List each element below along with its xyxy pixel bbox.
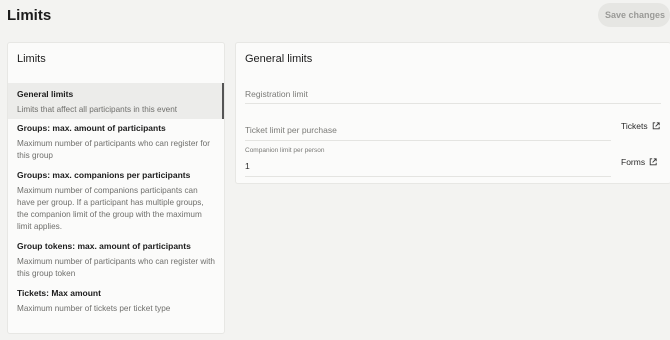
external-link-icon [649,158,657,166]
sidebar-item-title: Tickets: Max amount [17,288,101,298]
sidebar-item-title: Group tokens: max. amount of participant… [17,241,191,251]
ticket-limit-input[interactable]: Ticket limit per purchase [245,125,611,139]
save-changes-button[interactable]: Save changes [598,3,670,27]
sidebar-item-desc: Maximum number of companions participant… [17,186,204,231]
tickets-link-label: Tickets [621,121,648,131]
ticket-limit-placeholder: Ticket limit per purchase [245,125,337,135]
sidebar-item-desc: Maximum number of participants who can r… [17,139,210,160]
external-link-icon [652,122,660,130]
sidebar-item-groups-max-participants[interactable]: Groups: max. amount of participants Maxi… [8,123,224,162]
sidebar-item-desc: Limits that affect all participants in t… [17,105,178,114]
sidebar-item-desc: Maximum number of tickets per ticket typ… [17,304,171,313]
sidebar-item-tickets-max[interactable]: Tickets: Max amount Maximum number of ti… [8,288,224,315]
sidebar-item-title: General limits [17,89,74,99]
general-limits-panel: General limits Registration limit Ticket… [235,42,670,184]
section-title: General limits [245,53,313,65]
forms-link[interactable]: Forms [621,157,657,167]
registration-limit-placeholder: Registration limit [245,89,308,99]
page-title: Limits [7,7,52,24]
companion-limit-underline [245,176,611,177]
sidebar-item-groups-max-companions[interactable]: Groups: max. companions per participants… [8,170,224,233]
sidebar-item-desc: Maximum number of participants who can r… [17,257,215,278]
limits-sidebar: Limits General limits Limits that affect… [7,42,225,334]
ticket-limit-underline [245,140,611,141]
registration-limit-input[interactable]: Registration limit [245,89,661,103]
sidebar-title: Limits [17,53,46,65]
registration-limit-underline [245,103,661,104]
sidebar-item-general-limits[interactable]: General limits Limits that affect all pa… [8,83,224,119]
companion-limit-value: 1 [245,161,250,171]
sidebar-item-group-tokens[interactable]: Group tokens: max. amount of participant… [8,241,224,280]
companion-limit-label: Companion limit per person [245,147,325,154]
tickets-link[interactable]: Tickets [621,121,660,131]
forms-link-label: Forms [621,157,646,167]
sidebar-item-title: Groups: max. companions per participants [17,170,191,180]
companion-limit-input[interactable]: Companion limit per person 1 [245,147,611,171]
sidebar-item-title: Groups: max. amount of participants [17,123,166,133]
